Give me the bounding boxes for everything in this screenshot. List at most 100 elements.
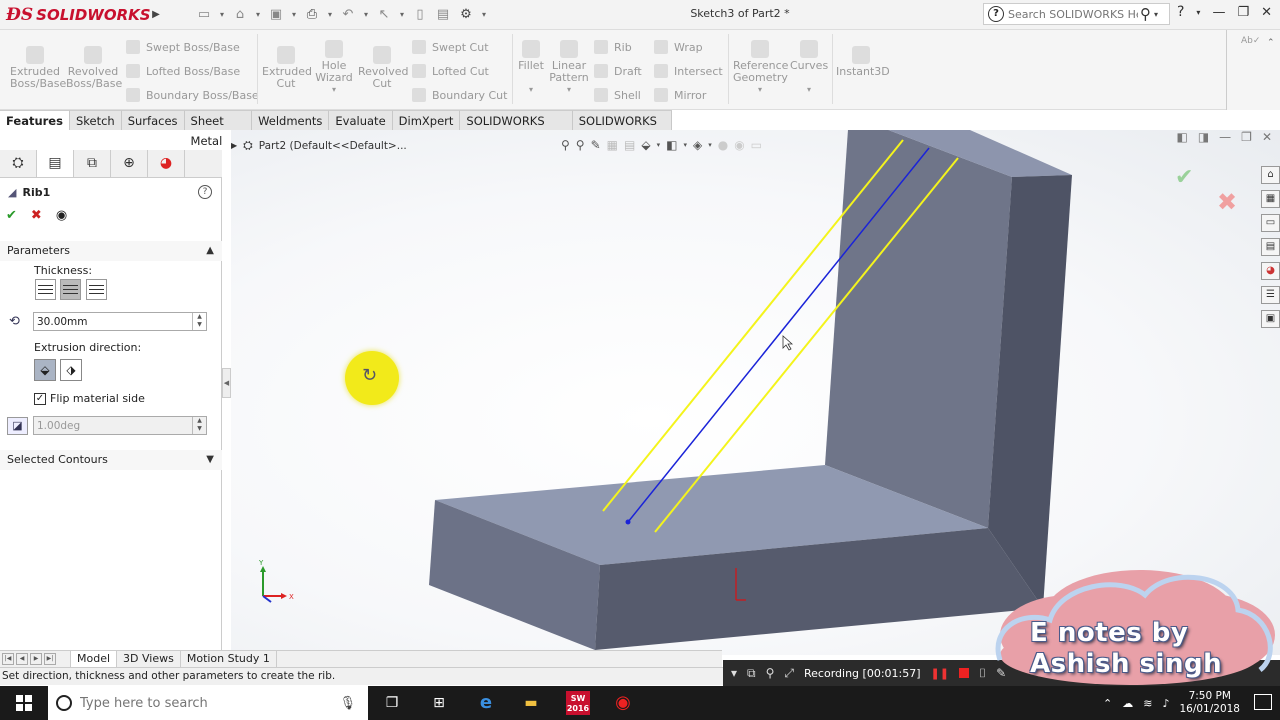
fillet-button[interactable]: Fillet ▾ xyxy=(515,40,547,96)
chevron-up-icon[interactable]: ▲ xyxy=(206,241,214,261)
start-button[interactable] xyxy=(0,686,48,720)
display-style-icon[interactable]: ◧ xyxy=(666,138,677,152)
close-icon[interactable]: ✕ xyxy=(1261,5,1272,20)
boundary-boss-button[interactable]: Boundary Boss/Base xyxy=(126,88,259,102)
tab-motion-study[interactable]: Motion Study 1 xyxy=(181,651,277,667)
chevron-down-icon[interactable]: ▾ xyxy=(254,6,262,24)
chevron-down-icon[interactable]: ▾ xyxy=(326,6,334,24)
feature-tree-flyout[interactable]: ▶ ⛭ Part2 (Default<<Default>... xyxy=(231,138,407,153)
flip-material-checkbox[interactable]: ✓ Flip material side xyxy=(34,392,145,405)
instant3d-button[interactable]: Instant3D xyxy=(836,46,890,78)
dimxpert-manager-tab-icon[interactable]: ⊕ xyxy=(111,150,148,177)
file-explorer-icon[interactable]: ▭ xyxy=(1261,214,1280,232)
thickness-both-sides-button[interactable] xyxy=(60,279,81,300)
lofted-boss-button[interactable]: Lofted Boss/Base xyxy=(126,64,240,78)
feature-manager-tab-icon[interactable]: ⛭ xyxy=(0,150,37,177)
spin-arrows-icon[interactable]: ▲ ▼ xyxy=(192,417,206,434)
boundary-cut-button[interactable]: Boundary Cut xyxy=(412,88,507,102)
select-icon[interactable]: ↖ xyxy=(375,6,393,24)
extruded-boss-button[interactable]: Extruded Boss/Base xyxy=(10,46,66,90)
chevron-down-icon[interactable]: ▾ xyxy=(1154,10,1158,19)
ok-check-icon[interactable]: ✔ xyxy=(6,208,17,223)
chevron-down-icon[interactable]: ▾ xyxy=(398,6,406,24)
selected-contours-group-header[interactable]: Selected Contours ▼ xyxy=(0,450,222,470)
parameters-group-header[interactable]: Parameters ▲ xyxy=(0,241,222,261)
curves-button[interactable]: Curves ▾ xyxy=(790,40,828,96)
draft-button[interactable]: Draft xyxy=(594,64,642,78)
expand-icon[interactable]: ⤢ xyxy=(784,666,794,681)
chevron-down-icon[interactable]: ▾ xyxy=(480,6,488,24)
last-tab-icon[interactable]: ▶| xyxy=(44,653,56,665)
shell-button[interactable]: Shell xyxy=(594,88,641,102)
thickness-first-side-button[interactable] xyxy=(35,279,56,300)
print-icon[interactable]: ⎙ xyxy=(303,6,321,24)
draft-angle-stepper[interactable]: ▲▼ xyxy=(33,416,207,435)
part-tree-label[interactable]: Part2 (Default<<Default>... xyxy=(259,140,407,152)
zoom-to-fit-icon[interactable]: ⚲ xyxy=(561,138,570,152)
chevron-down-icon[interactable]: ▾ xyxy=(218,6,226,24)
file-properties-icon[interactable]: ▤ xyxy=(434,6,452,24)
taskbar-search-input[interactable] xyxy=(80,695,340,711)
cancel-x-icon[interactable]: ✖ xyxy=(31,208,42,223)
chevron-down-icon[interactable]: ▾ xyxy=(290,6,298,24)
wifi-icon[interactable]: ≋ xyxy=(1143,697,1152,710)
help-menu-icon[interactable]: ? xyxy=(1177,4,1184,20)
design-library-icon[interactable]: ▦ xyxy=(1261,190,1280,208)
expand-arrow-icon[interactable]: ▶ xyxy=(231,141,237,150)
prev-tab-icon[interactable]: ◀ xyxy=(16,653,28,665)
rib-button[interactable]: Rib xyxy=(594,40,632,54)
hole-wizard-button[interactable]: Hole Wizard ▾ xyxy=(312,40,356,96)
linear-pattern-button[interactable]: Linear Pattern ▾ xyxy=(549,40,589,96)
panel-splitter-handle[interactable]: ◀ xyxy=(222,368,231,398)
chevron-down-icon[interactable]: ▾ xyxy=(362,6,370,24)
hide-show-items-icon[interactable]: ◈ xyxy=(693,138,702,152)
taskbar-search[interactable]: 🎙 xyxy=(48,686,368,720)
lofted-cut-button[interactable]: Lofted Cut xyxy=(412,64,489,78)
normal-to-sketch-button[interactable]: ⬗ xyxy=(60,359,82,381)
tab-features[interactable]: Features xyxy=(0,110,70,130)
solidworks-taskbar-icon[interactable]: SW 2016 xyxy=(566,691,590,715)
view-palette-icon[interactable]: ▤ xyxy=(1261,238,1280,256)
wall-front-face[interactable] xyxy=(825,130,1012,528)
appearances-icon[interactable]: ◕ xyxy=(1261,262,1280,280)
tab-sheet-metal[interactable]: Sheet Metal xyxy=(184,110,253,148)
microphone-icon[interactable]: 🎙 xyxy=(339,696,356,711)
swept-cut-button[interactable]: Swept Cut xyxy=(412,40,489,54)
minimize-icon[interactable]: — xyxy=(1212,5,1225,20)
thickness-second-side-button[interactable] xyxy=(86,279,107,300)
chevron-down-icon[interactable]: ▾ xyxy=(683,141,687,149)
swept-boss-button[interactable]: Swept Boss/Base xyxy=(126,40,240,54)
save-icon[interactable]: ▣ xyxy=(267,6,285,24)
revolved-cut-button[interactable]: Revolved Cut xyxy=(358,46,408,90)
chevron-down-icon[interactable]: ▾ xyxy=(657,141,661,149)
intersect-button[interactable]: Intersect xyxy=(654,64,723,78)
tab-surfaces[interactable]: Surfaces xyxy=(121,110,185,130)
view-orientation-icon[interactable]: ⬙ xyxy=(641,138,650,152)
open-document-icon[interactable]: ⌂ xyxy=(231,6,249,24)
close-icon[interactable]: ✕ xyxy=(1262,130,1272,144)
forum-icon[interactable]: ▣ xyxy=(1261,310,1280,328)
clock[interactable]: 7:50 PM 16/01/2018 xyxy=(1179,690,1240,716)
action-center-icon[interactable] xyxy=(1254,694,1272,710)
next-tab-icon[interactable]: ▶ xyxy=(30,653,42,665)
confirm-corner-ok-icon[interactable]: ✔ xyxy=(1175,165,1193,190)
thickness-input[interactable] xyxy=(34,313,192,330)
previous-view-icon[interactable]: ✎ xyxy=(591,138,601,152)
help-icon[interactable]: ? xyxy=(198,185,212,199)
undo-icon[interactable]: ↶ xyxy=(339,6,357,24)
custom-properties-icon[interactable]: ☰ xyxy=(1261,286,1280,304)
first-tab-icon[interactable]: |◀ xyxy=(2,653,14,665)
parallel-to-sketch-button[interactable]: ⬙ xyxy=(34,359,56,381)
rebuild-icon[interactable]: ▯ xyxy=(411,6,429,24)
chevron-up-icon[interactable]: ⌃ xyxy=(1267,38,1275,48)
detailed-preview-eye-icon[interactable]: ◉ xyxy=(56,208,67,223)
tab-dimxpert[interactable]: DimXpert xyxy=(392,110,461,130)
minimize-icon[interactable]: — xyxy=(1219,130,1231,144)
menu-expand-icon[interactable]: ▶ xyxy=(148,6,164,24)
thickness-stepper[interactable]: ▲▼ xyxy=(33,312,207,331)
store-icon[interactable]: ⊞ xyxy=(427,691,451,715)
spell-check-icon[interactable]: Ab✓ xyxy=(1241,36,1260,46)
revolved-boss-button[interactable]: Revolved Boss/Base xyxy=(66,46,122,90)
display-manager-tab-icon[interactable]: ◕ xyxy=(148,150,185,177)
edit-appearance-icon[interactable]: ● xyxy=(718,138,728,152)
